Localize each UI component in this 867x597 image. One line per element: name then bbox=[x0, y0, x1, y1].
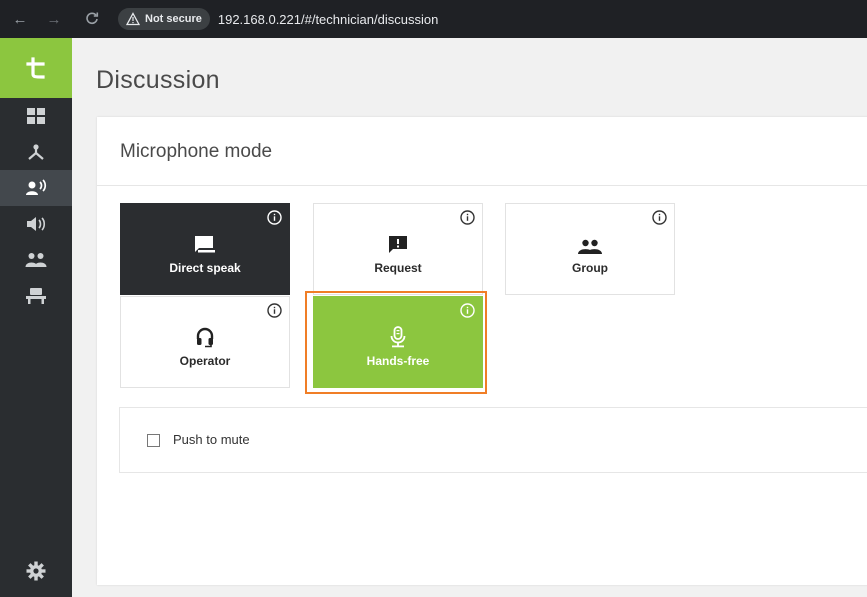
info-icon[interactable] bbox=[652, 210, 667, 230]
security-indicator[interactable]: Not secure bbox=[118, 8, 210, 30]
sidebar-item-participants[interactable] bbox=[0, 242, 72, 278]
url-text[interactable]: 192.168.0.221/#/technician/discussion bbox=[218, 12, 438, 27]
group-icon bbox=[577, 231, 603, 255]
selection-highlight bbox=[305, 291, 487, 394]
reload-icon[interactable] bbox=[80, 11, 104, 28]
mode-tile-operator[interactable]: Operator bbox=[120, 296, 290, 388]
sidebar-item-dashboard[interactable] bbox=[0, 98, 72, 134]
mode-label: Direct speak bbox=[169, 261, 241, 275]
app-logo[interactable] bbox=[0, 38, 72, 98]
page-title: Discussion bbox=[96, 66, 220, 94]
network-icon bbox=[28, 144, 44, 160]
browser-toolbar: ← → Not secure 192.168.0.221/#/technicia… bbox=[0, 0, 867, 38]
security-label: Not secure bbox=[145, 13, 202, 25]
mode-label: Request bbox=[374, 261, 422, 275]
gear-icon bbox=[26, 561, 46, 581]
chat-bubble-icon bbox=[193, 231, 217, 255]
people-icon bbox=[25, 253, 47, 267]
push-to-mute-checkbox[interactable] bbox=[147, 434, 160, 447]
section-title: Microphone mode bbox=[120, 141, 273, 162]
speaker-person-icon bbox=[26, 179, 47, 195]
request-icon bbox=[388, 231, 408, 255]
warning-triangle-icon bbox=[126, 12, 140, 26]
sidebar-item-network[interactable] bbox=[0, 134, 72, 170]
sidebar-item-audio[interactable] bbox=[0, 206, 72, 242]
push-to-mute-label[interactable]: Push to mute bbox=[173, 432, 250, 447]
forward-arrow-icon[interactable]: → bbox=[42, 11, 66, 28]
address-bar[interactable]: Not secure 192.168.0.221/#/technician/di… bbox=[118, 5, 438, 33]
mode-tile-request[interactable]: Request bbox=[313, 203, 483, 295]
sidebar-item-discussion[interactable] bbox=[0, 170, 72, 206]
mode-label: Operator bbox=[179, 354, 231, 368]
logo-icon bbox=[26, 57, 45, 79]
push-to-mute-panel: Push to mute bbox=[119, 407, 867, 473]
back-arrow-icon[interactable]: ← bbox=[8, 11, 32, 28]
mode-tile-group[interactable]: Group bbox=[505, 203, 675, 295]
mode-label: Group bbox=[572, 261, 608, 275]
seats-icon bbox=[26, 288, 46, 304]
info-icon[interactable] bbox=[460, 210, 475, 230]
divider bbox=[97, 185, 867, 186]
volume-icon bbox=[27, 217, 46, 231]
sidebar bbox=[0, 38, 72, 597]
headset-icon bbox=[195, 324, 215, 348]
sidebar-item-seats[interactable] bbox=[0, 278, 72, 314]
info-icon[interactable] bbox=[267, 210, 282, 230]
dashboard-icon bbox=[27, 108, 45, 124]
info-icon[interactable] bbox=[267, 303, 282, 323]
sidebar-item-settings[interactable] bbox=[0, 553, 72, 589]
mode-tile-direct-speak[interactable]: Direct speak bbox=[120, 203, 290, 295]
